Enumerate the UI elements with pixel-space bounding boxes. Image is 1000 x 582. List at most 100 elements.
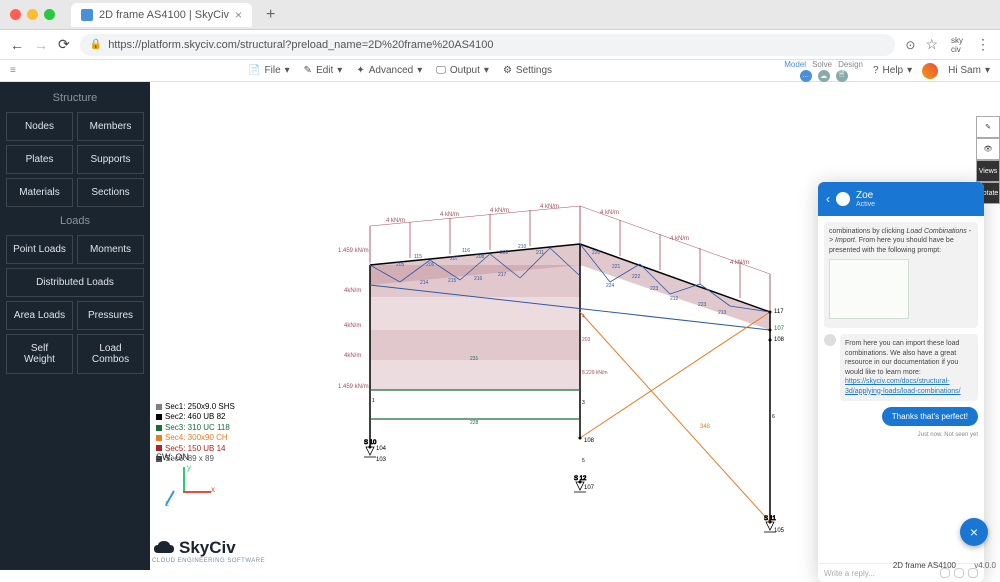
menu-advanced[interactable]: ✦ Advanced ▾: [356, 65, 422, 76]
tab-close-icon[interactable]: ×: [235, 8, 242, 22]
svg-text:4 kN/m: 4 kN/m: [600, 210, 619, 216]
mode-dot-solve[interactable]: ☁: [818, 70, 830, 82]
minimize-window-icon[interactable]: [27, 9, 38, 20]
sidebar-plates[interactable]: Plates: [6, 145, 73, 174]
svg-text:8.229 kN/m: 8.229 kN/m: [582, 370, 608, 376]
sidebar-self-weight[interactable]: Self Weight: [6, 334, 73, 374]
svg-text:5: 5: [582, 458, 585, 464]
svg-text:1.459 kN/m: 1.459 kN/m: [338, 384, 369, 390]
browser-tab[interactable]: 2D frame AS4100 | SkyCiv ×: [71, 3, 252, 27]
svg-text:222: 222: [632, 274, 641, 280]
sidebar-loads-head: Loads: [6, 211, 144, 231]
chat-message-1: combinations by clicking Load Combinatio…: [824, 222, 978, 328]
close-window-icon[interactable]: [10, 9, 21, 20]
sidebar-moments[interactable]: Moments: [77, 235, 144, 264]
mode-selector: Model Solve Design … ☁ 🗎: [784, 60, 863, 82]
footer-filename: 2D frame AS4100: [893, 561, 956, 570]
svg-text:203: 203: [582, 337, 591, 343]
user-avatar[interactable]: [922, 63, 938, 79]
svg-text:4 kN/m: 4 kN/m: [490, 208, 509, 214]
svg-text:213: 213: [718, 310, 727, 316]
mode-design[interactable]: Design: [838, 60, 863, 69]
sidebar-distributed[interactable]: Distributed Loads: [6, 268, 144, 297]
sidebar-sections[interactable]: Sections: [77, 178, 144, 207]
svg-text:205: 205: [396, 262, 405, 268]
chat-agent-avatar: [836, 192, 850, 206]
visibility-icon[interactable]: 👁: [976, 138, 1000, 160]
sidebar-nodes[interactable]: Nodes: [6, 112, 73, 141]
svg-text:116: 116: [462, 248, 470, 254]
chat-screenshot-thumb: [829, 259, 909, 319]
brand-logo: SkyCiv CLOUD ENGINEERING SOFTWARE: [152, 538, 265, 564]
sidebar-load-combos[interactable]: Load Combos: [77, 334, 144, 374]
svg-text:224: 224: [606, 283, 615, 289]
hamburger-icon[interactable]: ≡: [10, 65, 16, 76]
svg-text:4kN/m: 4kN/m: [344, 288, 361, 294]
sidebar-pressures[interactable]: Pressures: [77, 301, 144, 330]
chat-body[interactable]: combinations by clicking Load Combinatio…: [818, 216, 984, 563]
chat-close-fab[interactable]: ×: [960, 518, 988, 546]
chat-message-2: From here you can import these load comb…: [840, 334, 978, 401]
url-field[interactable]: 🔒 https://platform.skyciv.com/structural…: [80, 34, 896, 56]
chat-doc-link[interactable]: https://skyciv.com/docs/structural-3d/ap…: [845, 378, 961, 394]
nav-back-icon[interactable]: ←: [10, 37, 24, 53]
url-text: https://platform.skyciv.com/structural?p…: [108, 39, 493, 51]
svg-text:223: 223: [698, 302, 707, 308]
svg-text:1: 1: [372, 398, 375, 404]
sidebar-point-loads[interactable]: Point Loads: [6, 235, 73, 264]
svg-text:4 kN/m: 4 kN/m: [386, 218, 405, 224]
mode-model[interactable]: Model: [784, 60, 806, 69]
self-weight-label: SW: ON: [156, 452, 189, 462]
app-toolbar: ≡ 📄 File ▾ ✎ Edit ▾ ✦ Advanced ▾ 🖵 Outpu…: [0, 60, 1000, 82]
maximize-window-icon[interactable]: [44, 9, 55, 20]
menu-edit[interactable]: ✎ Edit ▾: [304, 65, 343, 76]
sidebar-area-loads[interactable]: Area Loads: [6, 301, 73, 330]
user-greeting[interactable]: Hi Sam ▾: [948, 65, 990, 76]
svg-text:4kN/m: 4kN/m: [344, 323, 361, 329]
svg-text:214: 214: [420, 280, 429, 286]
svg-text:211: 211: [536, 250, 544, 256]
new-tab-button[interactable]: +: [258, 6, 283, 24]
extension-icon[interactable]: skyciv: [948, 36, 966, 54]
svg-text:1.459 kN/m: 1.459 kN/m: [338, 248, 369, 254]
bookmark-star-icon[interactable]: ☆: [925, 36, 938, 53]
menu-output[interactable]: 🖵 Output ▾: [436, 65, 489, 76]
svg-text:6: 6: [772, 414, 775, 420]
chat-back-icon[interactable]: ‹: [826, 192, 830, 206]
svg-text:4 kN/m: 4 kN/m: [540, 204, 559, 210]
model-canvas[interactable]: Sec1: 250x9.0 SHS Sec2: 460 UB 82 Sec3: …: [150, 82, 1000, 570]
svg-text:206: 206: [426, 262, 435, 268]
svg-text:S 11: S 11: [764, 516, 777, 522]
pen-tool-icon[interactable]: ✎: [976, 116, 1000, 138]
chat-header: ‹ Zoe Active: [818, 182, 984, 216]
svg-text:223: 223: [650, 286, 659, 292]
search-icon[interactable]: ⊙: [905, 38, 915, 52]
svg-text:216: 216: [474, 276, 483, 282]
browser-menu-icon[interactable]: ⋮: [976, 36, 990, 53]
menu-settings[interactable]: ⚙ Settings: [503, 65, 552, 76]
nav-forward-icon[interactable]: →: [34, 37, 48, 53]
chat-user-reply: Thanks that's perfect!: [882, 407, 978, 426]
mode-solve[interactable]: Solve: [812, 60, 832, 69]
sidebar-materials[interactable]: Materials: [6, 178, 73, 207]
svg-text:228: 228: [470, 420, 479, 426]
sidebar-supports[interactable]: Supports: [77, 145, 144, 174]
lock-icon: 🔒: [90, 39, 102, 50]
mode-dot-design[interactable]: 🗎: [836, 70, 848, 82]
chat-inline-avatar: [824, 334, 836, 346]
svg-text:209: 209: [500, 250, 509, 256]
svg-text:4kN/m: 4kN/m: [344, 353, 361, 359]
views-button[interactable]: Views: [976, 160, 1000, 182]
menu-help[interactable]: ? Help ▾: [873, 65, 912, 76]
svg-text:115: 115: [414, 254, 422, 260]
menu-file[interactable]: 📄 File ▾: [248, 65, 290, 76]
svg-text:215: 215: [448, 278, 457, 284]
nav-reload-icon[interactable]: ⟳: [58, 36, 70, 53]
svg-text:4 kN/m: 4 kN/m: [440, 212, 459, 218]
svg-text:207: 207: [450, 256, 459, 262]
mode-dot-model[interactable]: …: [800, 70, 812, 82]
chat-agent-name: Zoe: [856, 190, 875, 201]
tab-favicon: [81, 9, 93, 21]
sidebar-members[interactable]: Members: [77, 112, 144, 141]
svg-text:104: 104: [376, 446, 387, 452]
